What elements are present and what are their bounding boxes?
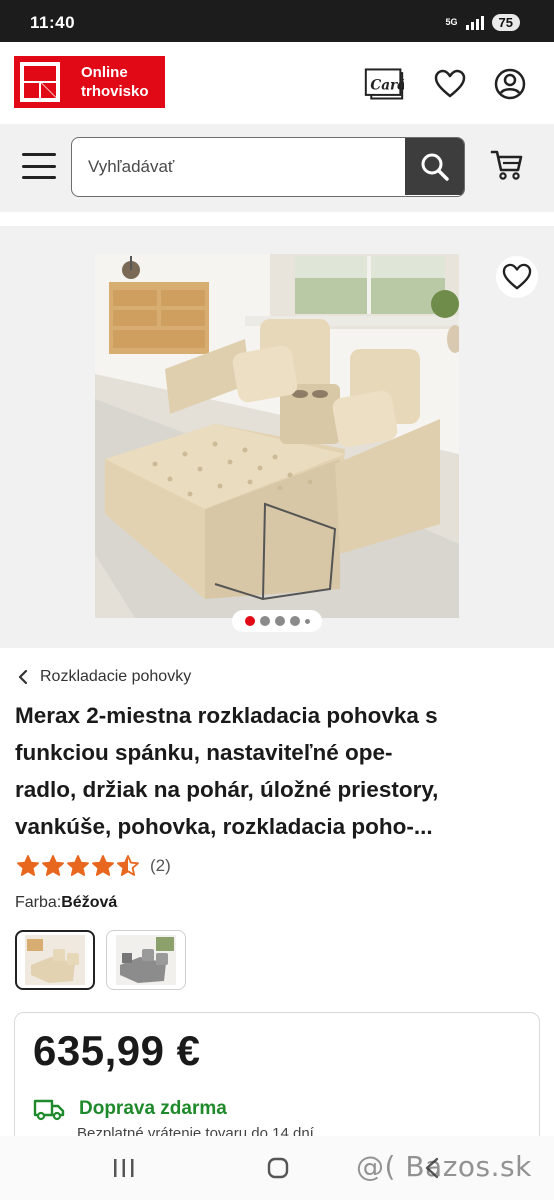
status-icons: 5G 75 [446,14,520,31]
kaufland-logo[interactable]: Online trhovisko [14,56,165,108]
breadcrumb[interactable]: Rozkladacie pohovky [18,668,191,686]
network-badge: 5G [445,17,458,27]
gallery-pagination [232,610,322,632]
rating-count[interactable]: (2) [150,856,171,876]
product-rating[interactable]: (2) [16,854,171,878]
star-icon [67,855,89,876]
cart-icon[interactable] [490,148,532,188]
search-box [71,137,465,197]
home-icon[interactable] [258,1154,298,1182]
search-icon [421,153,449,181]
hamburger-menu-icon[interactable] [22,153,56,179]
search-input[interactable] [72,138,406,195]
gallery-dot[interactable] [304,618,310,624]
account-icon[interactable] [490,64,530,104]
gallery-dot-active[interactable] [244,616,255,626]
gallery-dot[interactable] [289,616,300,626]
watermark: @( Bazos.sk [356,1150,532,1183]
free-delivery-label: Doprava zdarma [79,1098,227,1119]
card-icon[interactable]: Card [364,64,404,104]
product-gallery[interactable] [0,226,554,648]
battery-indicator: 75 [491,14,520,31]
rating-stars [16,854,140,878]
product-title: Merax 2-miestna rozkladacia pohovka s fu… [15,703,439,839]
color-swatch-gray[interactable] [106,930,186,990]
gallery-dot[interactable] [274,616,285,626]
color-value: Béžová [61,894,118,911]
logo-mark [14,56,66,108]
svg-text:Card: Card [370,77,404,93]
site-header: Online trhovisko Card [0,42,554,124]
gallery-dot[interactable] [259,616,270,626]
recent-apps-icon[interactable] [104,1154,144,1182]
search-button[interactable] [405,138,464,195]
status-time: 11:40 [30,13,76,32]
star-icon [17,855,39,876]
breadcrumb-label[interactable]: Rozkladacie pohovky [40,668,191,686]
signal-icon [465,15,484,30]
product-price: 635,99 € [33,1027,201,1074]
heart-icon [502,263,532,290]
logo-text: Online trhovisko [66,56,165,108]
truck-icon [33,1099,65,1121]
add-to-wishlist-button[interactable] [496,256,538,298]
star-icon [117,855,139,876]
star-icon [92,855,114,876]
product-image[interactable] [95,254,459,618]
search-bar-row [0,124,554,212]
chevron-left-icon [18,669,28,685]
color-swatch-beige[interactable] [15,930,95,990]
color-label: Farba: [15,894,62,911]
wishlist-heart-icon[interactable] [430,64,470,104]
color-row: Farba:Béžová [15,894,117,912]
delivery-info: Doprava zdarma [33,1097,227,1121]
star-icon [42,855,64,876]
status-bar: 11:40 5G 75 [0,0,554,42]
